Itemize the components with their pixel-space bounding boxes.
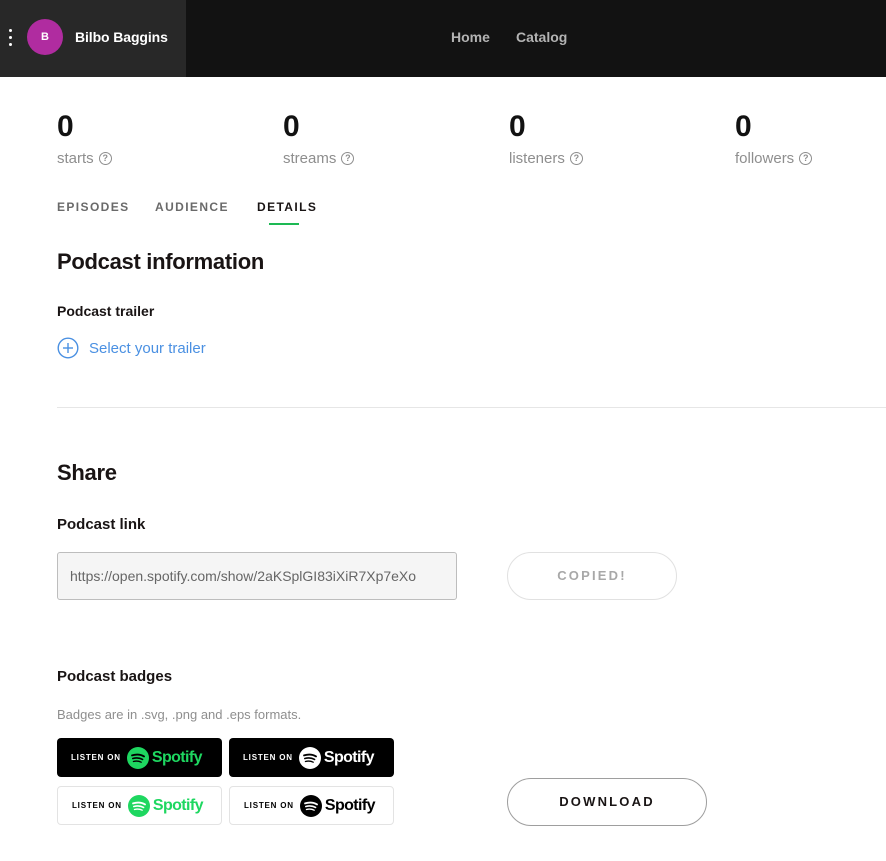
top-bar: B Bilbo Baggins Home Catalog [0,0,886,77]
stat-starts: 0 starts ? [57,110,257,167]
badge-listen-text: LISTEN ON [71,753,121,762]
badge-listen-text: LISTEN ON [243,753,293,762]
help-icon[interactable]: ? [98,152,112,165]
spotify-logo-icon [126,746,149,769]
stat-label-row: listeners ? [509,150,709,167]
podcast-link-label: Podcast link [57,516,146,533]
badge-spotify-wordmark: Spotify [152,796,204,814]
stat-streams: 0 streams ? [283,110,483,167]
podcast-information-heading: Podcast information [57,249,264,274]
section-divider [57,407,886,408]
avatar[interactable]: B [27,19,63,55]
tab-episodes[interactable]: EPISODES [57,200,130,214]
badge-black-white[interactable]: LISTEN ON Spotify [229,738,394,777]
share-heading: Share [57,460,117,485]
podcast-badges-label: Podcast badges [57,668,173,685]
podcast-trailer-label: Podcast trailer [57,303,155,319]
badge-spotify-wordmark: Spotify [151,748,203,766]
stat-label-row: streams ? [283,150,483,167]
stat-value: 0 [735,110,752,143]
stat-listeners: 0 listeners ? [509,110,709,167]
stat-label: streams [283,150,337,167]
badges-format-note: Badges are in .svg, .png and .eps format… [57,707,302,722]
stat-label: starts [57,150,94,167]
nav-catalog-link[interactable]: Catalog [516,29,567,45]
tab-details[interactable]: DETAILS [257,200,317,214]
spotify-logo-icon [127,794,150,817]
stat-label: followers [735,150,795,167]
spotify-logo-icon [299,794,322,817]
stat-value: 0 [57,110,74,143]
help-icon[interactable]: ? [341,152,355,165]
badge-white-green[interactable]: LISTEN ON Spotify [57,786,222,825]
badge-spotify-wordmark: Spotify [323,748,375,766]
active-tab-indicator [269,223,299,225]
user-name[interactable]: Bilbo Baggins [75,29,168,45]
nav-home-link[interactable]: Home [451,29,490,45]
stat-label-row: followers ? [735,150,885,167]
badge-spotify-wordmark: Spotify [324,796,376,814]
podcast-link-field[interactable] [57,552,457,600]
help-icon[interactable]: ? [799,152,813,165]
download-button[interactable]: DOWNLOAD [507,778,707,826]
stat-value: 0 [509,110,526,143]
help-icon[interactable]: ? [569,152,583,165]
spotify-logo-icon [298,746,321,769]
more-vertical-icon[interactable] [6,27,16,49]
stat-value: 0 [283,110,300,143]
select-trailer-label: Select your trailer [89,339,206,357]
plus-circle-icon [57,337,79,359]
tab-audience[interactable]: AUDIENCE [155,200,229,214]
stat-label: listeners [509,150,565,167]
stat-label-row: starts ? [57,150,257,167]
badge-black-green[interactable]: LISTEN ON Spotify [57,738,222,777]
badge-listen-text: LISTEN ON [72,801,122,810]
select-trailer-link[interactable]: Select your trailer [57,337,206,359]
badge-white-black[interactable]: LISTEN ON Spotify [229,786,394,825]
copy-link-button[interactable]: COPIED! [507,552,677,600]
badge-listen-text: LISTEN ON [244,801,294,810]
user-menu[interactable]: B Bilbo Baggins [0,0,186,77]
stat-followers: 0 followers ? [735,110,885,167]
